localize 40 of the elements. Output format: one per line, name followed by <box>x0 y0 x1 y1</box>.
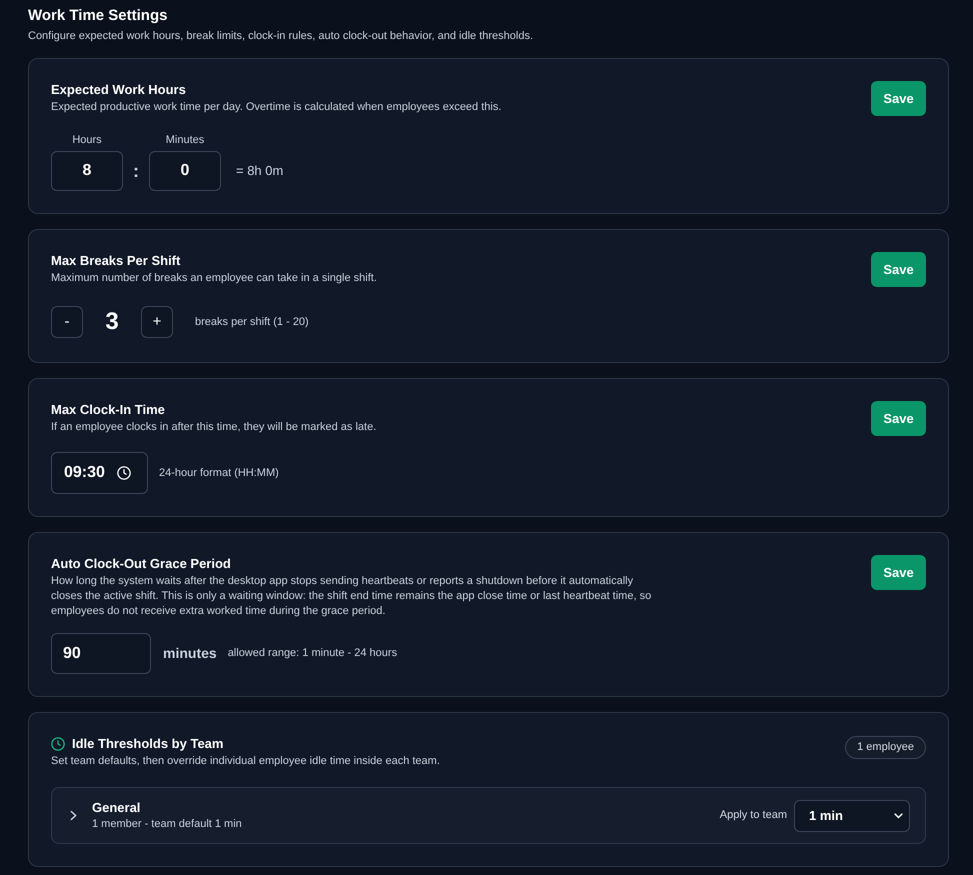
team-row[interactable]: General 1 member - team default 1 min Apply to team 1 min <box>51 787 926 844</box>
time-input[interactable]: 09:30 <box>51 452 148 494</box>
duration-summary: = 8h 0m <box>236 162 284 180</box>
card-title: Expected Work Hours <box>51 81 186 99</box>
card-description: Maximum number of breaks an employee can take in a single shift. <box>51 271 377 286</box>
idle-time-select[interactable]: 1 min <box>794 800 910 832</box>
range-hint: breaks per shift (1 - 20) <box>195 314 309 330</box>
card-title: Max Breaks Per Shift <box>51 252 180 270</box>
chevron-down-icon <box>894 812 903 818</box>
minutes-input[interactable]: 90 <box>51 633 151 674</box>
field-label: Hours <box>72 133 102 147</box>
save-button[interactable]: Save <box>871 555 926 590</box>
unit-label: minutes <box>163 644 217 663</box>
clock-icon <box>116 466 131 480</box>
card-title: Max Clock-In Time <box>51 401 165 419</box>
card-description: Set team defaults, then override individual employee idle time inside each team. <box>51 754 440 769</box>
number-input[interactable]: 8 <box>51 151 123 191</box>
time-separator: : <box>132 160 140 182</box>
team-name: General <box>92 800 142 816</box>
card-description: If an employee clocks in after this time, they will be marked as late. <box>51 420 376 435</box>
card-description: Expected productive work time per day. Overtime is calculated when employees exceed this. <box>51 100 502 115</box>
field-label: Minutes <box>166 133 204 147</box>
apply-label: Apply to team <box>720 808 787 824</box>
card-title: Idle Thresholds by Team <box>72 735 224 753</box>
number-input[interactable]: 0 <box>149 151 221 191</box>
decrement-button[interactable]: - <box>51 306 83 338</box>
card-title: Auto Clock-Out Grace Period <box>51 555 231 573</box>
save-button[interactable]: Save <box>871 81 926 116</box>
employee-count-badge: 1 employee <box>845 736 926 759</box>
team-summary: 1 member - team default 1 min <box>92 817 242 831</box>
format-hint: 24-hour format (HH:MM) <box>159 466 279 481</box>
range-hint: allowed range: 1 minute - 24 hours <box>228 646 398 662</box>
page-title: Work Time Settings <box>28 6 168 26</box>
save-button[interactable]: Save <box>871 252 926 287</box>
save-button[interactable]: Save <box>871 401 926 436</box>
clock-icon <box>51 737 65 751</box>
break-count: 3 <box>104 307 120 337</box>
card-description: How long the system waits after the desktop app stops sending heartbeats or reports a shutdown before it automatically closes the active shift. This is only a waiting window: the shift end time remains the app close time or last heartbeat time, so employees do not receive extra worked time during the grace period. <box>51 574 652 619</box>
page-description: Configure expected work hours, break limits, clock-in rules, auto clock-out behavior, and idle thresholds. <box>28 29 534 43</box>
increment-button[interactable]: + <box>141 306 173 338</box>
